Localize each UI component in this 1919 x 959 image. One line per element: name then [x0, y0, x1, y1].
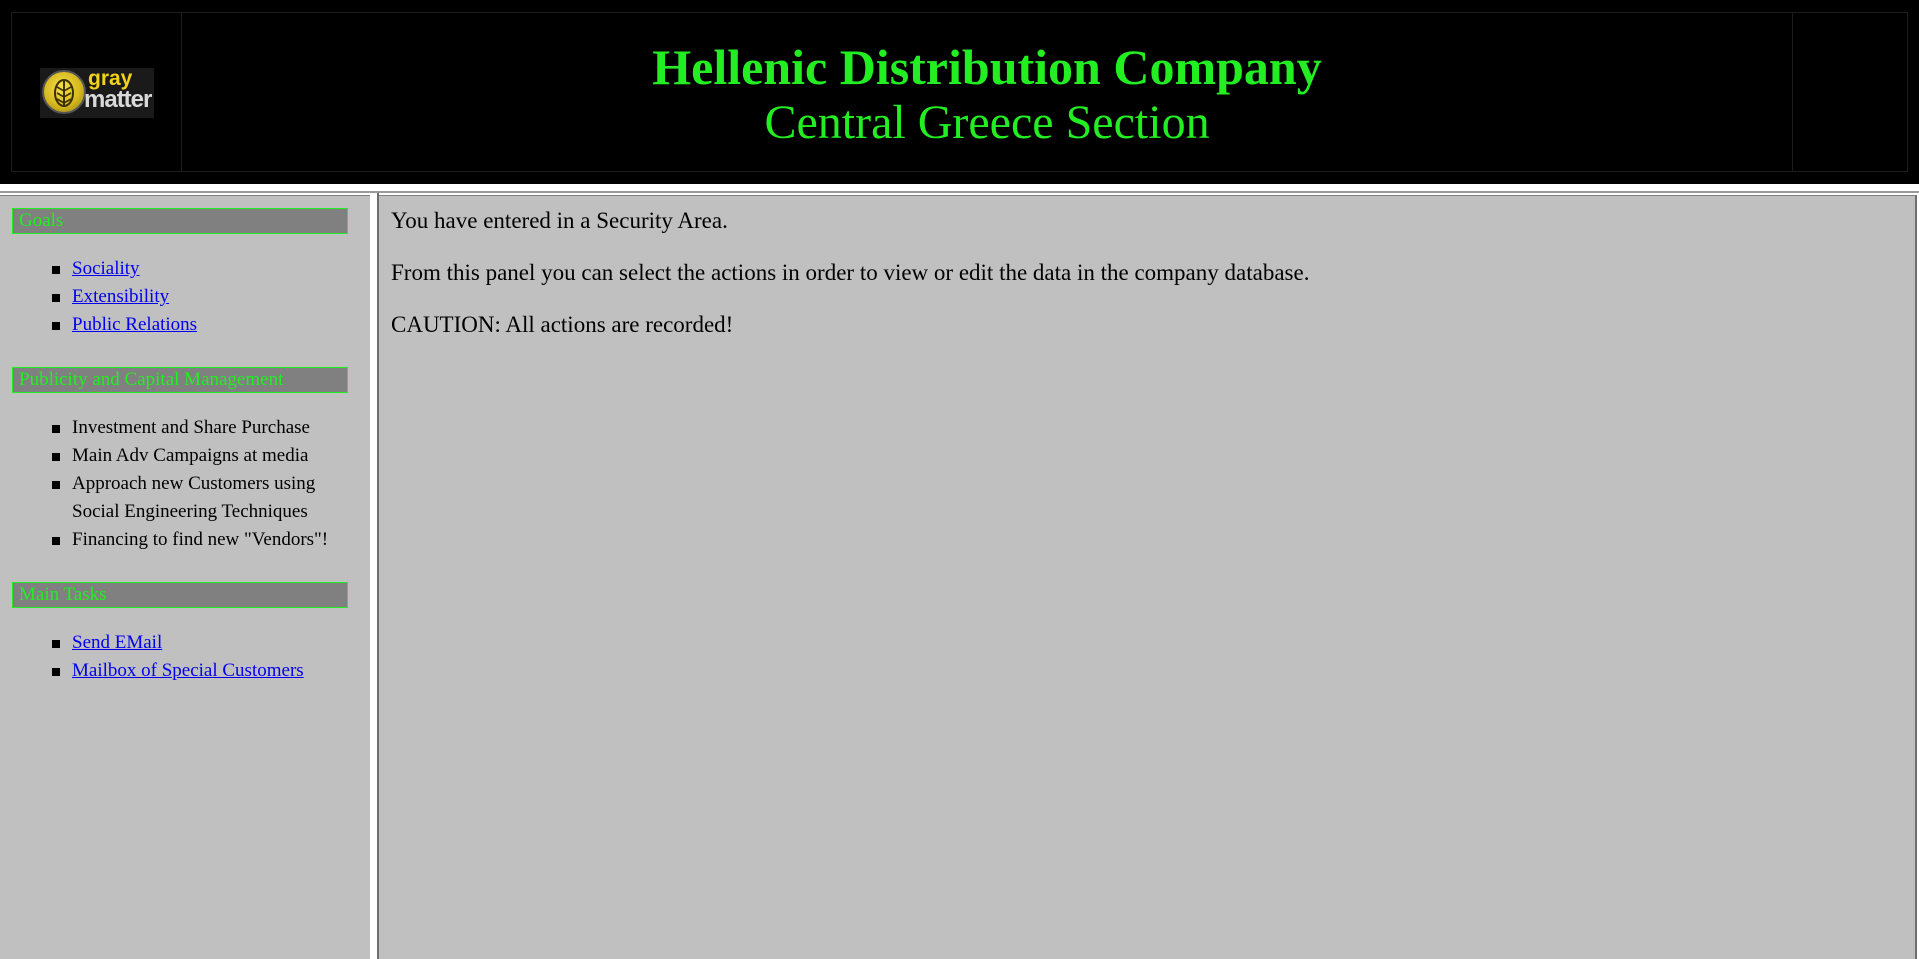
list-item: Investment and Share Purchase — [0, 414, 352, 442]
gray-matter-logo: gray matter — [40, 68, 154, 118]
list-item: Sociality — [0, 255, 352, 283]
section-header-goals: Goals — [12, 208, 348, 234]
publicity-list: Investment and Share Purchase Main Adv C… — [0, 414, 352, 554]
logo-text-matter: matter — [84, 86, 152, 113]
header-right-cell — [1792, 12, 1908, 172]
sidebar: Goals Sociality Extensibility Public Rel… — [0, 195, 370, 959]
mailbox-special-customers-link[interactable]: Mailbox of Special Customers — [72, 660, 304, 681]
list-item: Send EMail — [0, 629, 352, 657]
sociality-link[interactable]: Sociality — [72, 258, 140, 279]
extensibility-link[interactable]: Extensibility — [72, 286, 169, 307]
caution-message: CAUTION: All actions are recorded! — [391, 312, 734, 337]
main-tasks-list: Send EMail Mailbox of Special Customers — [0, 629, 352, 685]
list-item: Extensibility — [0, 283, 352, 311]
section-header-publicity: Publicity and Capital Management — [12, 367, 348, 393]
frame-divider[interactable] — [370, 193, 377, 959]
send-email-link[interactable]: Send EMail — [72, 632, 162, 653]
section-header-main-tasks: Main Tasks — [12, 582, 348, 608]
security-area-message: You have entered in a Security Area. — [391, 208, 728, 233]
section-subtitle: Central Greece Section — [764, 96, 1210, 149]
brain-icon — [42, 70, 86, 114]
list-item: Financing to find new "Vendors"! — [0, 526, 352, 554]
list-item: Mailbox of Special Customers — [0, 657, 352, 685]
list-item: Main Adv Campaigns at media — [0, 442, 352, 470]
panel-instructions: From this panel you can select the actio… — [391, 260, 1310, 285]
main-content: You have entered in a Security Area. Fro… — [379, 195, 1917, 959]
list-item: Public Relations — [0, 311, 352, 339]
company-title: Hellenic Distribution Company — [652, 39, 1322, 95]
public-relations-link[interactable]: Public Relations — [72, 314, 197, 335]
list-item: Approach new Customers using Social Engi… — [0, 470, 352, 526]
goals-list: Sociality Extensibility Public Relations — [0, 255, 352, 339]
header-separator — [0, 191, 1919, 193]
page-header: gray matter Hellenic Distribution Compan… — [0, 0, 1919, 184]
